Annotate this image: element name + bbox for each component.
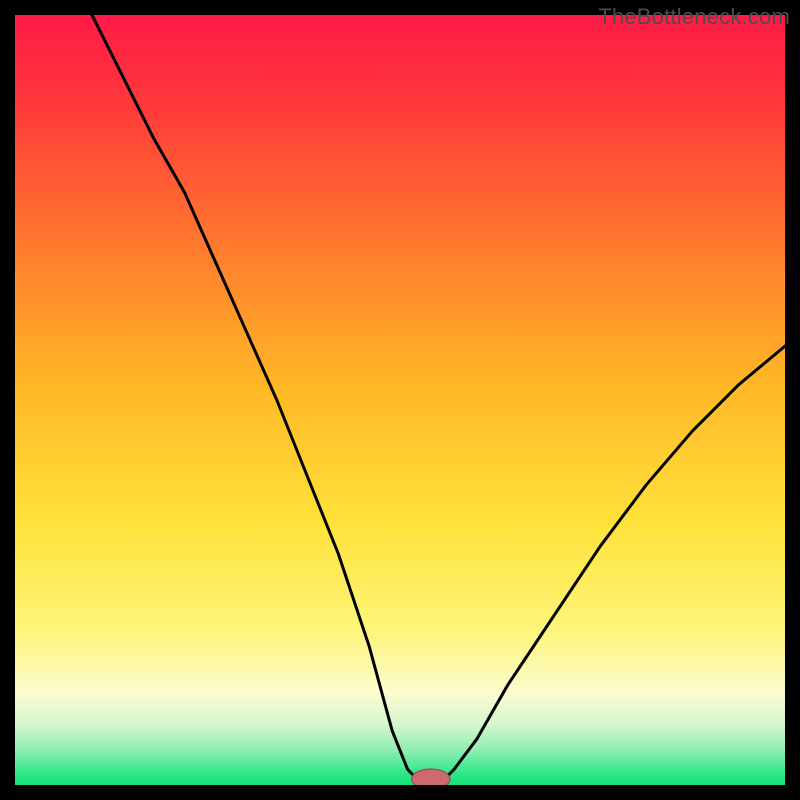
gradient-background	[15, 15, 785, 785]
watermark-text: TheBottleneck.com	[598, 4, 790, 30]
optimum-marker	[412, 769, 451, 785]
chart-svg	[15, 15, 785, 785]
chart-frame: TheBottleneck.com	[0, 0, 800, 800]
plot-area	[15, 15, 785, 785]
